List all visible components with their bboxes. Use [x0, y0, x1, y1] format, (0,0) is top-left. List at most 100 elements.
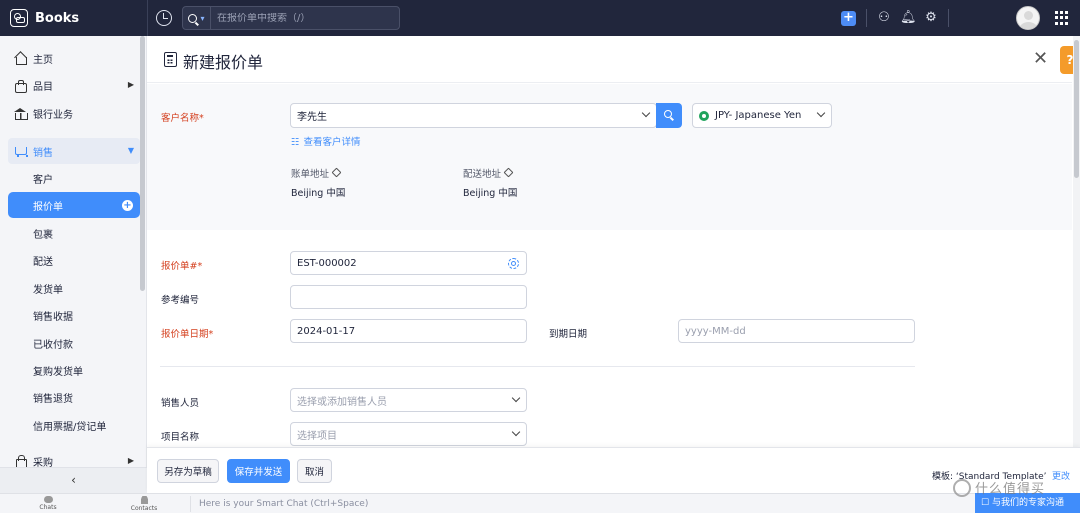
sidebar-sub-recurring-invoices[interactable]: 复购发货单 — [8, 357, 140, 383]
cancel-button[interactable]: 取消 — [297, 459, 332, 483]
shipping-address-value: Beijing 中国 — [463, 188, 518, 199]
quote-date-label: 报价单日期* — [161, 329, 214, 340]
sidebar-item-home[interactable]: 主页 — [8, 45, 140, 71]
chevron-down-icon — [511, 427, 521, 437]
shipping-address-label-text: 配送地址 — [463, 169, 502, 180]
expiry-date-label: 到期日期 — [549, 329, 588, 340]
contacts-tab[interactable]: Contacts — [124, 496, 164, 512]
sidebar-sub-deliveries[interactable]: 配送 — [8, 247, 140, 273]
contacts-label: Contacts — [130, 505, 158, 512]
sidebar-sub-label: 报价单 — [33, 201, 63, 213]
shipping-address-label: 配送地址 — [463, 166, 514, 180]
edit-pencil-icon[interactable] — [331, 167, 342, 178]
calculator-icon — [164, 52, 177, 67]
search-input[interactable] — [211, 12, 399, 24]
search-icon — [188, 13, 198, 23]
recent-history-icon[interactable] — [156, 10, 172, 26]
close-icon[interactable]: ✕ — [1033, 50, 1048, 68]
sidebar-sub-customers[interactable]: 客户 — [8, 165, 140, 191]
app-brand[interactable]: Books — [10, 8, 79, 28]
sidebar-sub-sales-returns[interactable]: 销售退货 — [8, 384, 140, 410]
salesperson-label: 销售人员 — [161, 398, 200, 409]
reference-number-label: 参考编号 — [161, 295, 200, 306]
main-scrollbar-thumb[interactable] — [1074, 40, 1079, 178]
expiry-date-field[interactable]: yyyy-MM-dd — [678, 319, 915, 343]
global-search: ▾ — [182, 6, 400, 30]
sidebar-sub-invoices[interactable]: 发货单 — [8, 275, 140, 301]
sidebar-item-label: 银行业务 — [33, 109, 73, 121]
edit-pencil-icon[interactable] — [503, 167, 514, 178]
sidebar-item-items[interactable]: 品目 ▶ — [8, 72, 140, 98]
customer-name-select[interactable]: 李先生 — [290, 103, 657, 128]
project-select[interactable]: 选择项目 — [290, 422, 527, 446]
chats-tab[interactable]: Chats — [28, 496, 68, 511]
chevron-down-icon — [511, 393, 521, 403]
chats-label: Chats — [39, 504, 57, 511]
sidebar-sub-quotes[interactable]: 报价单 + — [8, 192, 140, 218]
section-divider — [160, 366, 915, 367]
smart-chat-input[interactable]: Here is your Smart Chat (Ctrl+Space) — [190, 496, 970, 512]
sidebar-sub-label: 销售退货 — [33, 393, 73, 405]
sidebar-sub-label: 信用票据/贷记单 — [33, 421, 107, 433]
talk-to-expert-label: 与我们的专家沟通 — [991, 498, 1064, 508]
reference-number-field[interactable] — [290, 285, 527, 309]
quote-date-field[interactable]: 2024-01-17 — [290, 319, 527, 343]
watermark-logo-icon — [953, 479, 971, 497]
page-title: 新建报价单 — [183, 53, 264, 72]
smart-chat-bar: Chats Contacts Here is your Smart Chat (… — [0, 493, 1080, 513]
currency-value: JPY- Japanese Yen — [715, 110, 802, 121]
page-header: 新建报价单 ✕ — [147, 36, 1072, 83]
sidebar-sub-credit-notes[interactable]: 信用票据/贷记单 — [8, 412, 140, 438]
referral-users-icon[interactable]: ⚇ — [876, 10, 892, 26]
sidebar-sub-packages[interactable]: 包裹 — [8, 220, 140, 246]
gear-icon[interactable] — [508, 258, 519, 269]
chevron-down-icon — [641, 108, 651, 118]
sidebar-sub-payments-received[interactable]: 已收付款 — [8, 330, 140, 356]
project-name-label: 项目名称 — [161, 432, 200, 443]
notification-bell-icon[interactable]: 🔔︎ — [900, 10, 917, 26]
home-icon — [14, 52, 27, 65]
settings-gear-icon[interactable]: ⚙ — [923, 10, 939, 26]
app-launcher-icon[interactable] — [1055, 11, 1069, 25]
shopping-bag-icon — [14, 454, 27, 470]
sidebar-sub-label: 配送 — [33, 256, 53, 268]
sidebar-sub-label: 已收付款 — [33, 339, 73, 351]
view-customer-details-link[interactable]: ☷ 查看客户详情 — [291, 134, 361, 148]
user-avatar[interactable] — [1016, 6, 1040, 30]
collapse-arrow-icon: ▼ — [127, 146, 134, 155]
expand-arrow-icon: ▶ — [127, 80, 134, 89]
sidebar-sub-sales-receipts[interactable]: 销售收据 — [8, 302, 140, 328]
sidebar-item-label: 销售 — [33, 147, 53, 159]
save-and-send-button[interactable]: 保存并发送 — [227, 459, 290, 483]
sidebar-scrollbar[interactable] — [140, 36, 145, 291]
customer-search-button[interactable] — [656, 103, 682, 128]
search-scope-dropdown[interactable]: ▾ — [183, 7, 211, 29]
sidebar-sub-label: 包裹 — [33, 229, 53, 241]
billing-address-label: 账单地址 — [291, 166, 342, 180]
sidebar-collapse-button[interactable]: ‹ — [0, 467, 147, 493]
search-icon — [664, 110, 672, 118]
sidebar-sub-label: 客户 — [33, 174, 53, 186]
quote-date-value: 2024-01-17 — [297, 325, 356, 337]
salesperson-select[interactable]: 选择或添加销售人员 — [290, 388, 527, 412]
customer-details-icon: ☷ — [291, 137, 300, 148]
contact-person-icon — [140, 496, 148, 504]
shopping-cart-icon — [14, 145, 28, 158]
project-placeholder: 选择项目 — [297, 430, 337, 442]
watermark-text: 什么值得买 — [975, 482, 1046, 497]
sidebar-sub-label: 复购发货单 — [33, 366, 83, 378]
sidebar-item-banking[interactable]: 银行业务 — [8, 100, 140, 126]
customer-name-value: 李先生 — [297, 112, 327, 123]
currency-select[interactable]: JPY- Japanese Yen — [692, 103, 832, 128]
quote-number-value: EST-000002 — [297, 257, 357, 269]
add-quote-icon[interactable]: + — [122, 200, 133, 211]
save-as-draft-button[interactable]: 另存为草稿 — [157, 459, 219, 483]
chat-bubble-icon — [43, 496, 53, 503]
billing-address-label-text: 账单地址 — [291, 169, 330, 180]
quote-number-field[interactable]: EST-000002 — [290, 251, 527, 275]
chevron-down-icon: ▾ — [200, 13, 205, 23]
top-bar: Books ▾ + ⚇ 🔔︎ ⚙ — [0, 0, 1080, 36]
books-logo-icon — [10, 9, 28, 27]
quick-create-icon[interactable]: + — [841, 11, 856, 26]
sidebar-item-sales[interactable]: 销售 ▼ — [8, 138, 140, 164]
